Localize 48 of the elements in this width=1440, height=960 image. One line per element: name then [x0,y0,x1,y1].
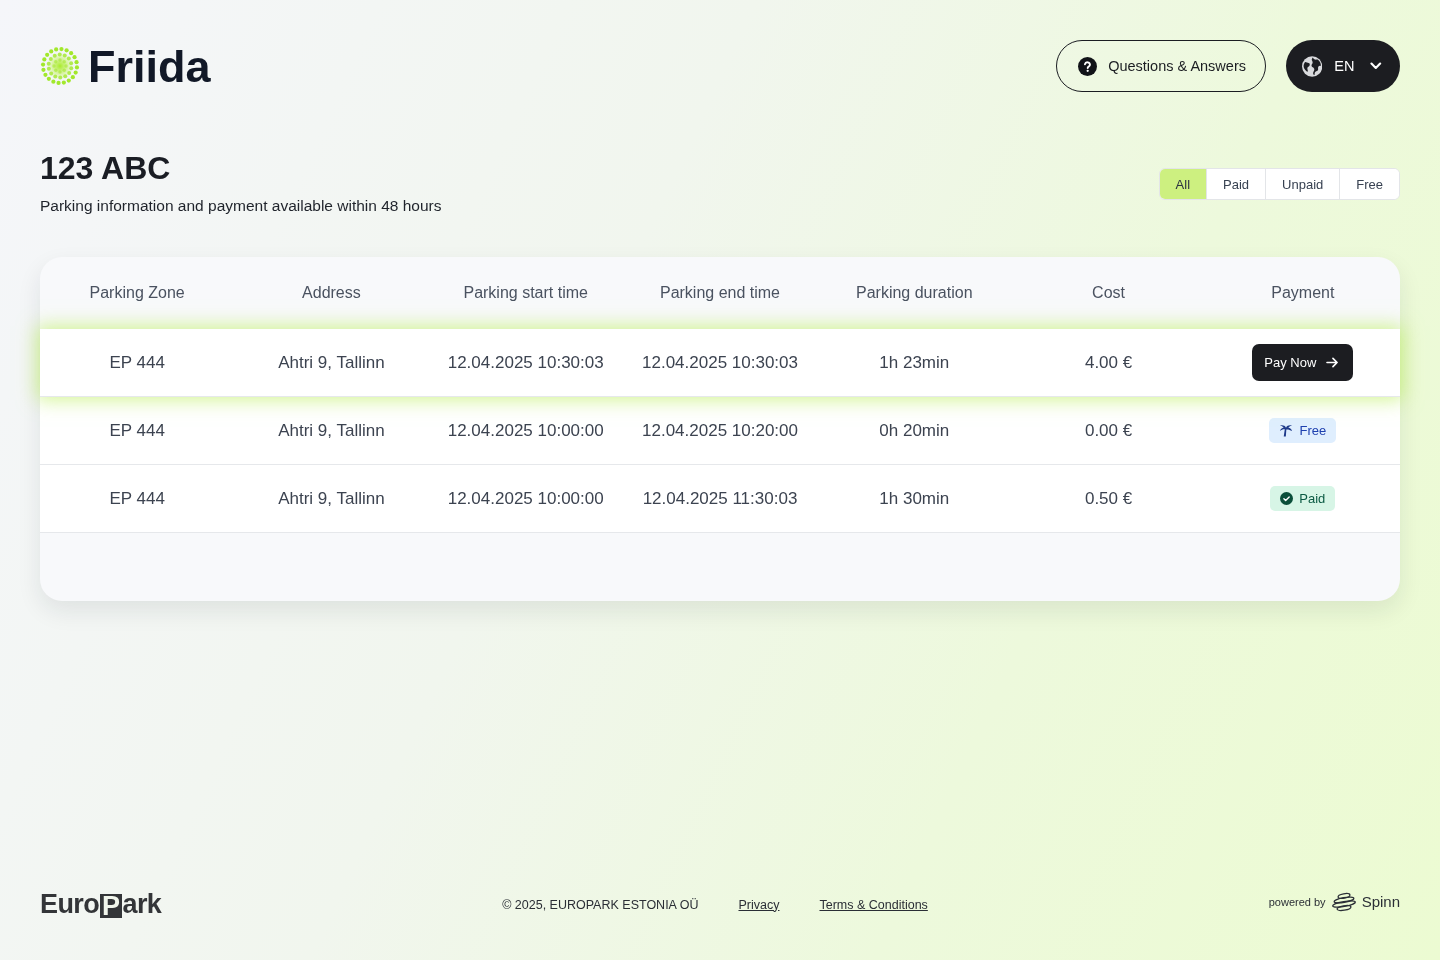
arrow-right-icon [1326,357,1340,368]
table-cell: Ahtri 9, Tallinn [278,352,385,373]
footer-link[interactable]: Terms & Conditions [819,897,928,912]
dot-burst-icon [40,46,80,86]
table-cell: 1h 23min [879,352,950,373]
status-text: Free [1299,423,1327,438]
table-cell: EP 444 [109,488,165,509]
language-selector[interactable]: EN [1286,40,1400,92]
table-cell: EP 444 [109,420,165,441]
palm-tree-icon [1279,424,1294,437]
table-cell: 12.04.2025 11:30:03 [642,488,798,509]
table-cell: 0.50 € [1084,488,1133,509]
column-header: Parking start time [462,284,589,302]
table-cell: 0.00 € [1084,420,1133,441]
table-cell: 12.04.2025 10:20:00 [642,420,798,441]
footer-logo: EuroPark [40,891,162,918]
powered-by-text: powered by [1268,895,1326,908]
status-text: Paid [1299,491,1326,506]
help-icon [1078,56,1098,76]
table-cell: 0h 20min [879,420,950,441]
table-cell: 4.00 € [1084,352,1133,373]
table-cell: 12.04.2025 10:30:03 [642,352,798,373]
copyright-text: © 2025, EUROPARK ESTONIA OÜ [502,897,699,912]
info-note: Parking information and payment available within 48 hours [40,196,442,216]
table-cell: Ahtri 9, Tallinn [278,420,385,441]
column-header: Parking duration [855,284,974,302]
chevron-down-icon [1370,62,1382,70]
table-cell: EP 444 [109,352,165,373]
licence-plate-title: 123 ABC [40,149,171,188]
filter-tab[interactable]: All [1159,169,1207,199]
table-cell: 12.04.2025 10:00:00 [447,420,604,441]
column-header: Payment [1270,284,1336,302]
column-header: Parking Zone [88,284,186,302]
globe-icon [1302,55,1323,77]
table-cell: 1h 30min [879,488,950,509]
brand-name: Friida [88,43,211,89]
column-header: Parking end time [658,284,781,302]
partner-name: Spinn [1361,893,1400,910]
table-cell: 12.04.2025 10:00:00 [447,488,604,509]
table-cell: Ahtri 9, Tallinn [278,488,385,509]
striped-sphere-icon [1330,891,1357,912]
check-circle-icon [1280,492,1294,505]
filter-tab[interactable]: Free [1339,169,1399,199]
pay-now-button[interactable]: Pay Now [1252,344,1354,381]
column-header: Cost [1091,284,1126,302]
footer-link[interactable]: Privacy [738,897,780,912]
table-cell: 12.04.2025 10:30:03 [447,352,604,373]
column-header: Address [301,284,362,302]
